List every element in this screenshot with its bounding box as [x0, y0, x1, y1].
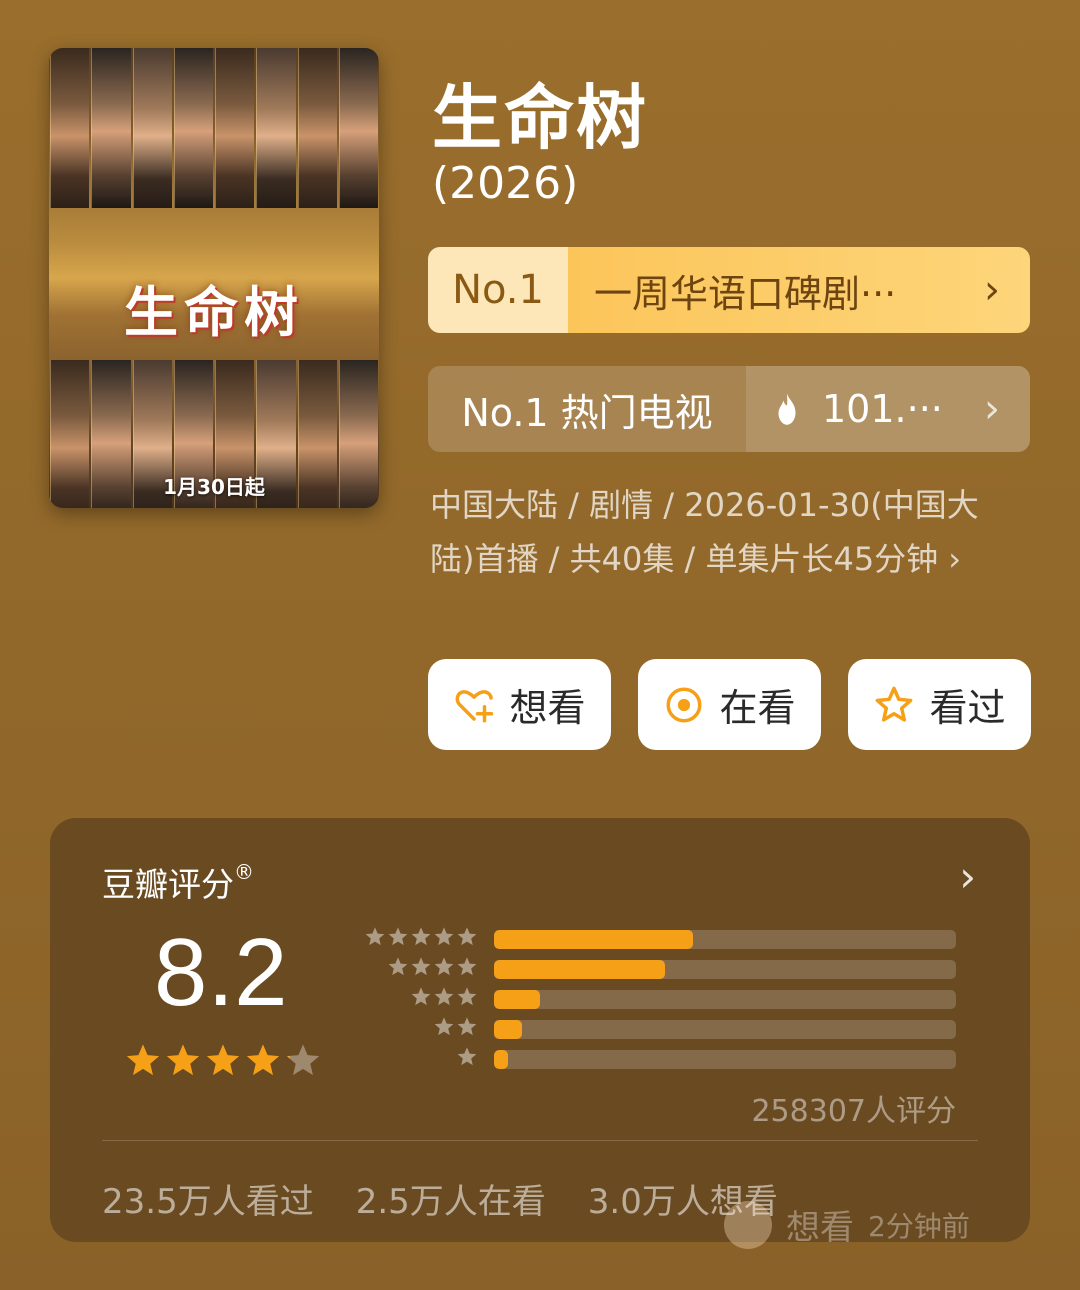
star-icon [388, 927, 408, 946]
star-icon [457, 927, 477, 946]
flame-icon [778, 393, 796, 425]
cast-portrait [338, 48, 378, 208]
rating-card[interactable]: 豆瓣评分® › 8.2 258307人评分 23.5万人看过 2.5万人在看 3… [50, 818, 1030, 1242]
poster-title: 生命树 [124, 280, 304, 344]
hot-tv-rank-banner[interactable]: No.1 热门电视 101.··· › [428, 366, 1030, 452]
rating-bar-track [494, 960, 956, 979]
release-year: (2026) [432, 158, 579, 209]
want-to-watch-label: 想看 [509, 686, 586, 730]
weekly-rank-label: 一周华语口碑剧··· [594, 271, 897, 316]
star-icon [434, 987, 454, 1006]
divider [102, 1140, 978, 1141]
star-icon [457, 1017, 477, 1036]
star-icon [388, 957, 408, 976]
show-meta-info[interactable]: 中国大陆 / 剧情 / 2026-01-30(中国大陆)首播 / 共40集 / … [430, 478, 1010, 586]
weekly-rank-number: No.1 [428, 247, 568, 333]
cast-portrait [256, 48, 296, 208]
hot-tv-rank-value: 101.··· [822, 387, 943, 431]
activity-time: 2分钟前 [868, 1209, 970, 1243]
weekly-rank-label-wrap: 一周华语口碑剧··· › [568, 247, 1030, 333]
rating-score: 8.2 [154, 919, 288, 1026]
star-icon [457, 1047, 477, 1066]
watching-count: 2.5万人在看 [355, 1182, 546, 1222]
row-stars [362, 986, 478, 1008]
star-icon [411, 987, 431, 1006]
row-stars [362, 926, 478, 948]
star-icon [411, 957, 431, 976]
row-stars [362, 956, 478, 978]
chevron-right-icon: › [984, 386, 1000, 432]
rating-bar-fill [494, 1020, 522, 1039]
rating-bar-fill [494, 990, 541, 1009]
poster-release-text: 1月30日起 [163, 475, 265, 499]
watching-label: 在看 [719, 686, 796, 730]
rating-stars [124, 1042, 322, 1080]
hot-tv-rank-label: No.1 热门电视 [428, 366, 746, 452]
watch-stats: 23.5万人看过 2.5万人在看 3.0万人想看 [102, 1174, 778, 1223]
target-icon [666, 687, 702, 722]
hot-tv-rank-value-wrap: 101.··· › [746, 366, 1030, 452]
cast-portrait [297, 48, 337, 208]
star-icon [246, 1044, 280, 1076]
want-to-watch-button[interactable]: 想看 [428, 659, 611, 750]
star-icon [166, 1044, 200, 1076]
row-stars [362, 1046, 478, 1068]
activity-toast: 想看 2分钟前 [724, 1200, 970, 1249]
weekly-rank-banner[interactable]: No.1 一周华语口碑剧··· › [428, 247, 1030, 333]
page-title: 生命树 [432, 77, 648, 159]
cast-portrait [50, 48, 90, 208]
cast-portrait [173, 48, 213, 208]
rating-card-title: 豆瓣评分® [102, 858, 254, 906]
chevron-right-icon: › [984, 267, 1000, 313]
watched-count: 23.5万人看过 [102, 1182, 314, 1222]
action-buttons: 想看 在看 看过 [428, 659, 1031, 750]
star-icon [126, 1044, 160, 1076]
rating-bar-fill [494, 930, 693, 949]
watched-label: 看过 [929, 686, 1006, 730]
registered-mark: ® [234, 860, 254, 884]
star-icon [365, 927, 385, 946]
rating-bar-fill [494, 960, 665, 979]
star-icon [206, 1044, 240, 1076]
star-icon [434, 1017, 454, 1036]
rating-bar-fill [494, 1050, 508, 1069]
cast-portrait [91, 48, 131, 208]
star-outline-icon [876, 686, 913, 722]
cast-portrait [132, 48, 172, 208]
rating-bar-track [494, 1020, 956, 1039]
chevron-right-icon: › [948, 540, 961, 578]
heart-plus-icon [456, 689, 494, 722]
poster-image[interactable]: 生命树 1月30日起 [49, 48, 379, 508]
cast-portrait [215, 48, 255, 208]
rating-bar-track [494, 1050, 956, 1069]
rating-bar-track [494, 990, 956, 1009]
poster-cast-row-top [49, 48, 379, 208]
rating-bar-track [494, 930, 956, 949]
rating-count: 258307人评分 [751, 1094, 956, 1129]
star-icon [434, 957, 454, 976]
star-icon [434, 927, 454, 946]
star-icon [457, 957, 477, 976]
star-icon [411, 927, 431, 946]
watching-button[interactable]: 在看 [638, 659, 821, 750]
star-icon [286, 1044, 320, 1076]
avatar [724, 1200, 772, 1249]
activity-action: 想看 [786, 1208, 854, 1248]
row-stars [362, 1016, 478, 1038]
watched-button[interactable]: 看过 [848, 659, 1031, 750]
rating-source-label: 豆瓣评分 [102, 865, 234, 904]
chevron-right-icon: › [959, 852, 976, 901]
star-icon [457, 987, 477, 1006]
meta-text: 中国大陆 / 剧情 / 2026-01-30(中国大陆)首播 / 共40集 / … [430, 486, 979, 578]
